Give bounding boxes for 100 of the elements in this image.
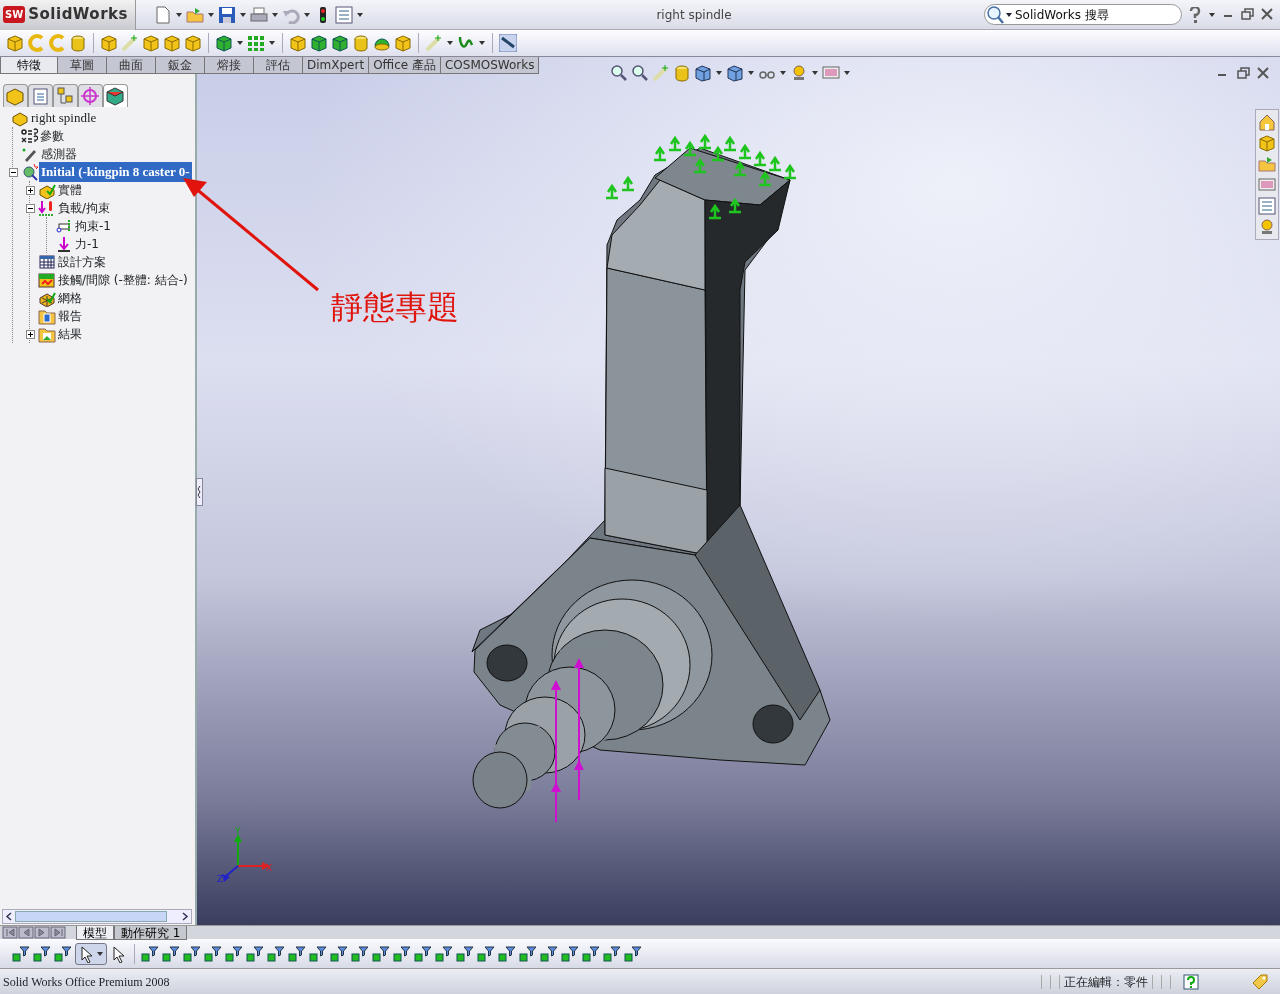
window-title: right spindle (655, 6, 733, 24)
tree-item[interactable]: 結果 (56, 325, 84, 343)
horizontal-scrollbar[interactable] (2, 909, 192, 924)
command-tab[interactable]: 草圖 (57, 57, 107, 74)
tag-icon[interactable] (1251, 972, 1269, 991)
selection-filter-icon[interactable] (288, 944, 306, 963)
tree-item[interactable]: Initial (-kingpin 8 caster 0- (39, 162, 192, 182)
box-icon[interactable] (694, 64, 712, 82)
selection-filter-icon[interactable] (393, 944, 411, 963)
tree-item[interactable]: 設計方案 (56, 253, 108, 271)
tree-item[interactable]: 接觸/間隙 (-整體: 結合-) (56, 271, 190, 289)
cube-icon[interactable] (1258, 134, 1276, 152)
selection-filter-icon[interactable] (162, 944, 180, 963)
close-icon[interactable] (1256, 66, 1270, 80)
selection-filter-icon[interactable] (519, 944, 537, 963)
help-icon[interactable] (1188, 6, 1202, 23)
bottom-tab[interactable]: 動作研究 1 (114, 926, 188, 940)
search-icon[interactable] (985, 5, 1013, 25)
tab-scroll-arrows-icon[interactable] (2, 926, 68, 939)
selection-filter-icon[interactable] (561, 944, 579, 963)
cube-icon[interactable] (163, 34, 181, 52)
command-tab[interactable]: 特徵 (0, 57, 58, 74)
tree-item[interactable]: 報告 (56, 307, 84, 325)
tree-item[interactable]: right spindle (29, 108, 99, 128)
panel-tab[interactable] (103, 84, 128, 107)
zoom-icon[interactable] (610, 64, 628, 82)
tree-item[interactable]: 網格 (56, 289, 84, 307)
selection-filter-icon[interactable] (225, 944, 243, 963)
tree-item[interactable]: 實體 (56, 181, 84, 199)
folder-icon (38, 325, 56, 343)
cube-icon[interactable] (6, 34, 24, 52)
command-tab[interactable]: Office 產品 (368, 57, 441, 74)
zoom-icon[interactable] (631, 64, 649, 82)
logo-badge[interactable]: SW (3, 6, 26, 23)
splitter-handle-icon[interactable] (196, 478, 203, 506)
checklist-icon[interactable] (1258, 197, 1276, 215)
status-text: Solid Works Office Premium 2008 (3, 973, 170, 991)
cube-icon[interactable] (184, 34, 202, 52)
collapse-icon[interactable] (9, 167, 18, 177)
ruler-icon[interactable] (499, 34, 517, 52)
command-tab[interactable]: DimXpert (302, 57, 370, 74)
app-logo[interactable]: SolidWorks (28, 3, 128, 26)
expand-icon[interactable] (26, 329, 35, 339)
selection-filter-icon[interactable] (33, 944, 51, 963)
selection-filter-icon[interactable] (141, 944, 159, 963)
cube-icon[interactable] (215, 34, 233, 52)
bottom-tab[interactable]: 模型 (76, 926, 114, 940)
selection-filter-icon[interactable] (414, 944, 432, 963)
expand-icon[interactable] (26, 185, 35, 195)
selection-filter-icon[interactable] (477, 944, 495, 963)
cube-icon[interactable] (100, 34, 118, 52)
tree-item[interactable]: 拘束-1 (73, 217, 113, 235)
restore-icon[interactable] (1240, 6, 1254, 23)
command-tab[interactable]: 熔接 (204, 57, 254, 74)
collapse-icon[interactable] (26, 203, 35, 213)
restore-icon[interactable] (1236, 66, 1250, 80)
selection-filter-icon[interactable] (603, 944, 621, 963)
lamp-icon[interactable] (790, 64, 808, 82)
search-field[interactable]: SolidWorks 搜尋 (984, 4, 1182, 25)
selection-filter-icon[interactable] (12, 944, 30, 963)
selection-filter-icon[interactable] (267, 944, 285, 963)
selection-filter-icon[interactable] (183, 944, 201, 963)
selection-filter-icon[interactable] (540, 944, 558, 963)
cube-icon[interactable] (394, 34, 412, 52)
command-tab[interactable]: 鈑金 (155, 57, 205, 74)
checklist-icon[interactable] (335, 5, 353, 24)
selection-filter-icon[interactable] (54, 944, 72, 963)
selection-filter-icon[interactable] (246, 944, 264, 963)
folder-icon (38, 307, 56, 325)
selection-filter-icon[interactable] (435, 944, 453, 963)
selection-filter-icon[interactable] (204, 944, 222, 963)
help-icon[interactable] (1183, 973, 1199, 990)
cylinder-icon[interactable] (69, 34, 87, 52)
command-tab[interactable]: 評估 (253, 57, 303, 74)
selection-filter-icon[interactable] (330, 944, 348, 963)
tree-item[interactable]: 負載/拘束 (56, 199, 113, 217)
cube-icon[interactable] (289, 34, 307, 52)
command-tab[interactable]: COSMOSWorks (439, 57, 540, 74)
box-icon[interactable] (726, 64, 744, 82)
tree-item[interactable]: 力-1 (73, 235, 101, 253)
command-tab[interactable]: 曲面 (106, 57, 156, 74)
cube-icon[interactable] (142, 34, 160, 52)
cube-icon[interactable] (310, 34, 328, 52)
x-axis-label: X (266, 864, 273, 873)
selection-filter-icon[interactable] (498, 944, 516, 963)
lamp-icon[interactable] (1258, 218, 1276, 236)
cube-icon[interactable] (331, 34, 349, 52)
tree-item[interactable]: 參數 (38, 127, 66, 145)
selection-filter-icon[interactable] (351, 944, 369, 963)
selection-filter-icon[interactable] (624, 944, 642, 963)
load-fixture-icon (38, 199, 56, 217)
editing-mode-text: 正在編輯：零件 (1064, 973, 1148, 991)
cylinder-icon[interactable] (352, 34, 370, 52)
selection-filter-icon[interactable] (456, 944, 474, 963)
selection-filter-icon[interactable] (309, 944, 327, 963)
selection-filter-icon[interactable] (372, 944, 390, 963)
selection-filter-icon[interactable] (582, 944, 600, 963)
home-icon[interactable] (1258, 113, 1276, 131)
tree-item[interactable]: 感測器 (39, 145, 79, 163)
y-axis-label: Y (235, 827, 241, 836)
